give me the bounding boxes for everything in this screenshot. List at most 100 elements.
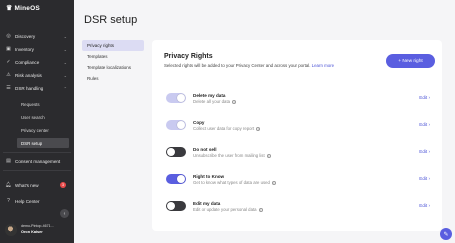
bell-icon: 🔔︎ (5, 182, 12, 188)
toggle-knob (177, 175, 185, 183)
right-toggle[interactable] (166, 201, 186, 211)
edit-label: Edit (419, 149, 428, 154)
info-icon[interactable]: i (232, 99, 237, 104)
right-name: Delete my data (193, 93, 226, 98)
right-row: Edit my data Edit or update your persona… (166, 198, 430, 216)
edit-right-button[interactable]: Edit › (419, 122, 430, 127)
right-toggle[interactable] (166, 174, 186, 184)
subitem-label: Requests (21, 101, 40, 107)
edit-label: Edit (419, 176, 428, 181)
sidebar-item-label: Compliance (15, 59, 40, 65)
right-name: Copy (193, 120, 205, 125)
chevron-up-icon: ⌃ (63, 85, 67, 91)
right-toggle[interactable] (166, 120, 186, 130)
subitem-label: User search (21, 114, 45, 120)
chevron-right-icon: › (428, 176, 430, 181)
chevron-down-icon: ⌄ (63, 72, 67, 78)
account-user: Oron Kaiser (21, 229, 43, 234)
info-icon[interactable]: i (271, 180, 276, 185)
new-right-button[interactable]: + New right (386, 54, 435, 68)
sidebar-item-discovery[interactable]: ◎ Discovery ⌄ (0, 30, 74, 42)
sidebar-item-label: Help Center (15, 198, 40, 204)
edit-right-button[interactable]: Edit › (419, 95, 430, 100)
panel-title: Privacy Rights (164, 53, 213, 60)
edit-label: Edit (419, 122, 428, 127)
chevron-down-icon: ⌄ (63, 59, 67, 65)
edit-right-button[interactable]: Edit › (419, 203, 430, 208)
sidebar-subitem-dsr-setup[interactable]: DSR setup (17, 138, 69, 148)
edit-right-button[interactable]: Edit › (419, 176, 430, 181)
notification-badge: 3 (60, 182, 66, 188)
collapse-sidebar-button[interactable]: ‹ (60, 209, 69, 218)
app-logo[interactable]: ♛ MineOS (6, 5, 40, 12)
sidebar-item-consent[interactable]: ▤ Consent management (0, 155, 74, 167)
privacy-rights-panel: Privacy Rights Selected rights will be a… (152, 40, 442, 231)
sidebar-divider (3, 152, 71, 153)
chevron-down-icon: ⌄ (63, 33, 67, 39)
sidebar: ♛ MineOS ◎ Discovery ⌄ ▣ Inventory ⌄ ✓ C… (0, 0, 74, 243)
subnav-rules[interactable]: Rules (82, 73, 144, 84)
right-row: Copy Collect user data for copy report i … (166, 117, 430, 135)
discovery-icon: ◎ (6, 33, 11, 39)
setup-subnav: Privacy rights Templates Template locali… (82, 40, 144, 84)
sidebar-subitem-requests[interactable]: Requests (17, 99, 69, 109)
learn-more-link[interactable]: Learn more (312, 63, 334, 68)
right-desc-text: Get to know what types of data are used (193, 180, 270, 185)
logo-text: MineOS (14, 5, 40, 12)
sidebar-item-dsr-handling[interactable]: ☰ DSR handling ⌃ (0, 82, 74, 94)
chevron-right-icon: › (428, 149, 430, 154)
subitem-label: DSR setup (21, 140, 43, 146)
right-toggle[interactable] (166, 93, 186, 103)
sidebar-item-risk-analysis[interactable]: ⚠ Risk analysis ⌄ (0, 69, 74, 81)
sidebar-item-compliance[interactable]: ✓ Compliance ⌄ (0, 56, 74, 68)
info-icon[interactable]: i (256, 126, 261, 131)
sidebar-subitem-privacy-center[interactable]: Privacy center (17, 125, 69, 135)
right-name: Edit my data (193, 201, 221, 206)
right-row: Right to Know Get to know what types of … (166, 171, 430, 189)
sidebar-item-label: Inventory (15, 46, 34, 52)
chevron-right-icon: › (428, 203, 430, 208)
right-desc-text: Unsubscribe the user from mailing list (193, 153, 265, 158)
subnav-template-localizations[interactable]: Template localizations (82, 62, 144, 73)
right-desc: Collect user data for copy report i (193, 126, 261, 131)
right-name: Do not sell (193, 147, 217, 152)
toggle-knob (177, 121, 185, 129)
toggle-knob (167, 148, 175, 156)
subnav-templates[interactable]: Templates (82, 51, 144, 62)
panel-description: Selected rights will be added to your Pr… (164, 63, 334, 68)
chevron-down-icon: ⌄ (63, 46, 67, 52)
subnav-privacy-rights[interactable]: Privacy rights (82, 40, 144, 51)
avatar[interactable] (5, 224, 17, 236)
toggle-knob (167, 202, 175, 210)
sidebar-subitem-user-search[interactable]: User search (17, 112, 69, 122)
right-toggle[interactable] (166, 147, 186, 157)
edit-label: Edit (419, 95, 428, 100)
sidebar-item-inventory[interactable]: ▣ Inventory ⌄ (0, 43, 74, 55)
account-info[interactable]: demo-Pintop-4671... Oron Kaiser (21, 224, 54, 235)
info-icon[interactable]: i (258, 207, 263, 212)
sidebar-divider (3, 170, 71, 171)
subitem-label: Privacy center (21, 127, 49, 133)
sidebar-item-label: DSR handling (15, 85, 44, 91)
sidebar-item-label: What's new (15, 182, 39, 188)
chevron-right-icon: › (428, 95, 430, 100)
consent-icon: ▤ (6, 158, 11, 164)
inventory-icon: ▣ (6, 46, 11, 52)
help-chat-button[interactable]: ✎ (440, 228, 452, 240)
info-icon[interactable]: i (266, 153, 271, 158)
chevron-right-icon: › (428, 122, 430, 127)
sidebar-item-label: Consent management (15, 158, 61, 164)
toggle-knob (177, 94, 185, 102)
right-row: Do not sell Unsubscribe the user from ma… (166, 144, 430, 162)
panel-description-text: Selected rights will be added to your Pr… (164, 63, 311, 68)
sidebar-item-label: Discovery (15, 33, 36, 39)
sidebar-item-whats-new[interactable]: 🔔︎ What's new 3 (0, 179, 74, 191)
right-desc-text: Edit or update your personal data (193, 207, 257, 212)
edit-right-button[interactable]: Edit › (419, 149, 430, 154)
right-desc-text: Delete all your data (193, 99, 231, 104)
sidebar-item-label: Risk analysis (15, 72, 42, 78)
right-desc: Unsubscribe the user from mailing list i (193, 153, 271, 158)
page-title: DSR setup (84, 14, 138, 26)
sidebar-item-help-center[interactable]: ? Help Center (0, 195, 74, 207)
risk-icon: ⚠ (6, 72, 11, 78)
